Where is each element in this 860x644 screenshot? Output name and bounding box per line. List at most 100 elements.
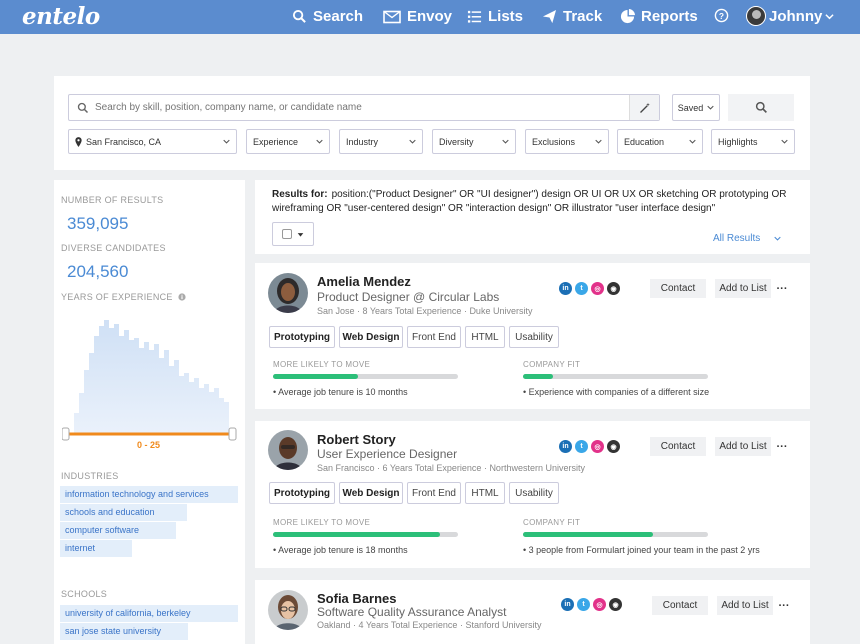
nav-reports[interactable]: Reports (620, 8, 698, 25)
help-button[interactable]: ? (714, 8, 729, 23)
skill-tag[interactable]: Front End (407, 482, 461, 504)
schools-sidebar: Schools university of california, berkel… (54, 580, 245, 644)
facets-sidebar: Number of Results 359,095 Diverse Candid… (54, 180, 245, 580)
move-bar-fill (273, 532, 440, 537)
filter-education[interactable]: Education (617, 129, 703, 154)
school-facet-item[interactable]: university of california, berkeley (60, 605, 238, 622)
social-links: in t ◎ ◉ (561, 598, 622, 611)
chevron-down-icon (223, 139, 230, 144)
filter-highlights[interactable]: Highlights (711, 129, 795, 154)
more-options-button[interactable]: ··· (771, 437, 793, 456)
filter-location[interactable]: San Francisco, CA (68, 129, 237, 154)
skill-tag[interactable]: Prototyping (269, 326, 335, 348)
fit-bar-fill (523, 532, 653, 537)
histogram-area (74, 320, 229, 433)
school-facet-item[interactable]: san jose state university (60, 623, 188, 640)
twitter-icon[interactable]: t (575, 440, 588, 453)
filter-industry[interactable]: Industry (339, 129, 423, 154)
dribbble-icon[interactable]: ◎ (593, 598, 606, 611)
results-filter-dropdown[interactable]: All Results (713, 233, 781, 244)
github-icon[interactable]: ◉ (609, 598, 622, 611)
chevron-down-icon (774, 236, 781, 241)
fit-bar (523, 374, 708, 379)
add-to-list-button[interactable]: Add to List (715, 279, 771, 298)
svg-text:?: ? (719, 11, 724, 21)
industry-facet-item[interactable]: computer software (60, 522, 176, 539)
github-icon[interactable]: ◉ (607, 282, 620, 295)
chevron-down-icon (316, 139, 323, 144)
contact-button[interactable]: Contact (650, 279, 706, 298)
chevron-down-icon (502, 139, 509, 144)
magic-wand-button[interactable] (629, 95, 659, 120)
skill-tag[interactable]: Prototyping (269, 482, 335, 504)
chevron-down-icon (825, 13, 834, 19)
skill-tag[interactable]: HTML (465, 482, 505, 504)
range-handle-max[interactable] (228, 427, 237, 441)
fit-note: • Experience with companies of a differe… (523, 387, 710, 397)
skill-tag[interactable]: HTML (465, 326, 505, 348)
industry-facet-item[interactable]: information technology and services (60, 486, 238, 503)
add-to-list-button[interactable]: Add to List (715, 437, 771, 456)
industry-facet-item[interactable]: schools and education (60, 504, 187, 521)
person-avatar-icon (268, 273, 308, 313)
github-icon[interactable]: ◉ (607, 440, 620, 453)
avatar (746, 6, 766, 26)
candidate-card[interactable]: Amelia Mendez Product Designer @ Circula… (255, 263, 810, 409)
search-input[interactable] (89, 102, 629, 113)
candidate-photo (268, 590, 308, 630)
candidate-title: Product Designer @ Circular Labs (317, 290, 500, 304)
industries-label: Industries (61, 471, 119, 481)
industry-facet-item[interactable]: internet (60, 540, 132, 557)
candidate-card[interactable]: Robert Story User Experience Designer Sa… (255, 421, 810, 568)
schools-label: Schools (61, 589, 108, 599)
nav-track[interactable]: Track (542, 8, 602, 25)
add-to-list-button[interactable]: Add to List (717, 596, 773, 615)
info-icon[interactable] (178, 293, 186, 301)
experience-label: Years of Experience (61, 292, 186, 302)
search-submit-button[interactable] (728, 94, 794, 121)
filter-experience[interactable]: Experience (246, 129, 330, 154)
user-menu[interactable]: Johnny (746, 6, 834, 26)
candidate-card[interactable]: Sofia Barnes Software Quality Assurance … (255, 580, 810, 644)
send-icon (542, 9, 557, 24)
filter-diversity[interactable]: Diversity (432, 129, 516, 154)
filter-exclusions[interactable]: Exclusions (525, 129, 609, 154)
candidate-name[interactable]: Amelia Mendez (317, 274, 411, 289)
contact-button[interactable]: Contact (652, 596, 708, 615)
fit-bar (523, 532, 708, 537)
skill-tag[interactable]: Web Design (339, 482, 403, 504)
select-all-checkbox[interactable] (282, 229, 292, 239)
dribbble-icon[interactable]: ◎ (591, 440, 604, 453)
search-icon (755, 101, 767, 113)
logo[interactable]: entelo (22, 3, 100, 30)
results-count-label: Number of Results (61, 195, 164, 205)
contact-button[interactable]: Contact (650, 437, 706, 456)
candidate-name[interactable]: Robert Story (317, 432, 396, 447)
linkedin-icon[interactable]: in (559, 282, 572, 295)
more-options-button[interactable]: ··· (771, 279, 793, 298)
twitter-icon[interactable]: t (575, 282, 588, 295)
linkedin-icon[interactable]: in (561, 598, 574, 611)
twitter-icon[interactable]: t (577, 598, 590, 611)
move-label: More Likely to Move (273, 518, 371, 527)
nav-lists[interactable]: Lists (467, 8, 523, 25)
more-options-button[interactable]: ··· (773, 596, 795, 615)
skill-tag[interactable]: Web Design (339, 326, 403, 348)
nav-search[interactable]: Search (292, 8, 363, 25)
fit-label: Company Fit (523, 518, 581, 527)
candidate-title: User Experience Designer (317, 447, 458, 461)
range-handle-min[interactable] (62, 427, 70, 441)
skill-tag[interactable]: Front End (407, 326, 461, 348)
nav-envoy[interactable]: Envoy (383, 8, 452, 25)
saved-searches-dropdown[interactable]: Saved (672, 94, 720, 121)
candidate-meta: San Francisco · 6 Years Total Experience… (317, 463, 585, 473)
dribbble-icon[interactable]: ◎ (591, 282, 604, 295)
linkedin-icon[interactable]: in (559, 440, 572, 453)
skill-tag[interactable]: Usability (509, 482, 559, 504)
chevron-down-icon (707, 105, 714, 110)
fit-note: • 3 people from Formulart joined your te… (523, 545, 760, 555)
person-avatar-icon (268, 590, 308, 630)
candidate-name[interactable]: Sofia Barnes (317, 591, 396, 606)
skill-tag[interactable]: Usability (509, 326, 559, 348)
select-all-dropdown[interactable] (272, 222, 314, 246)
